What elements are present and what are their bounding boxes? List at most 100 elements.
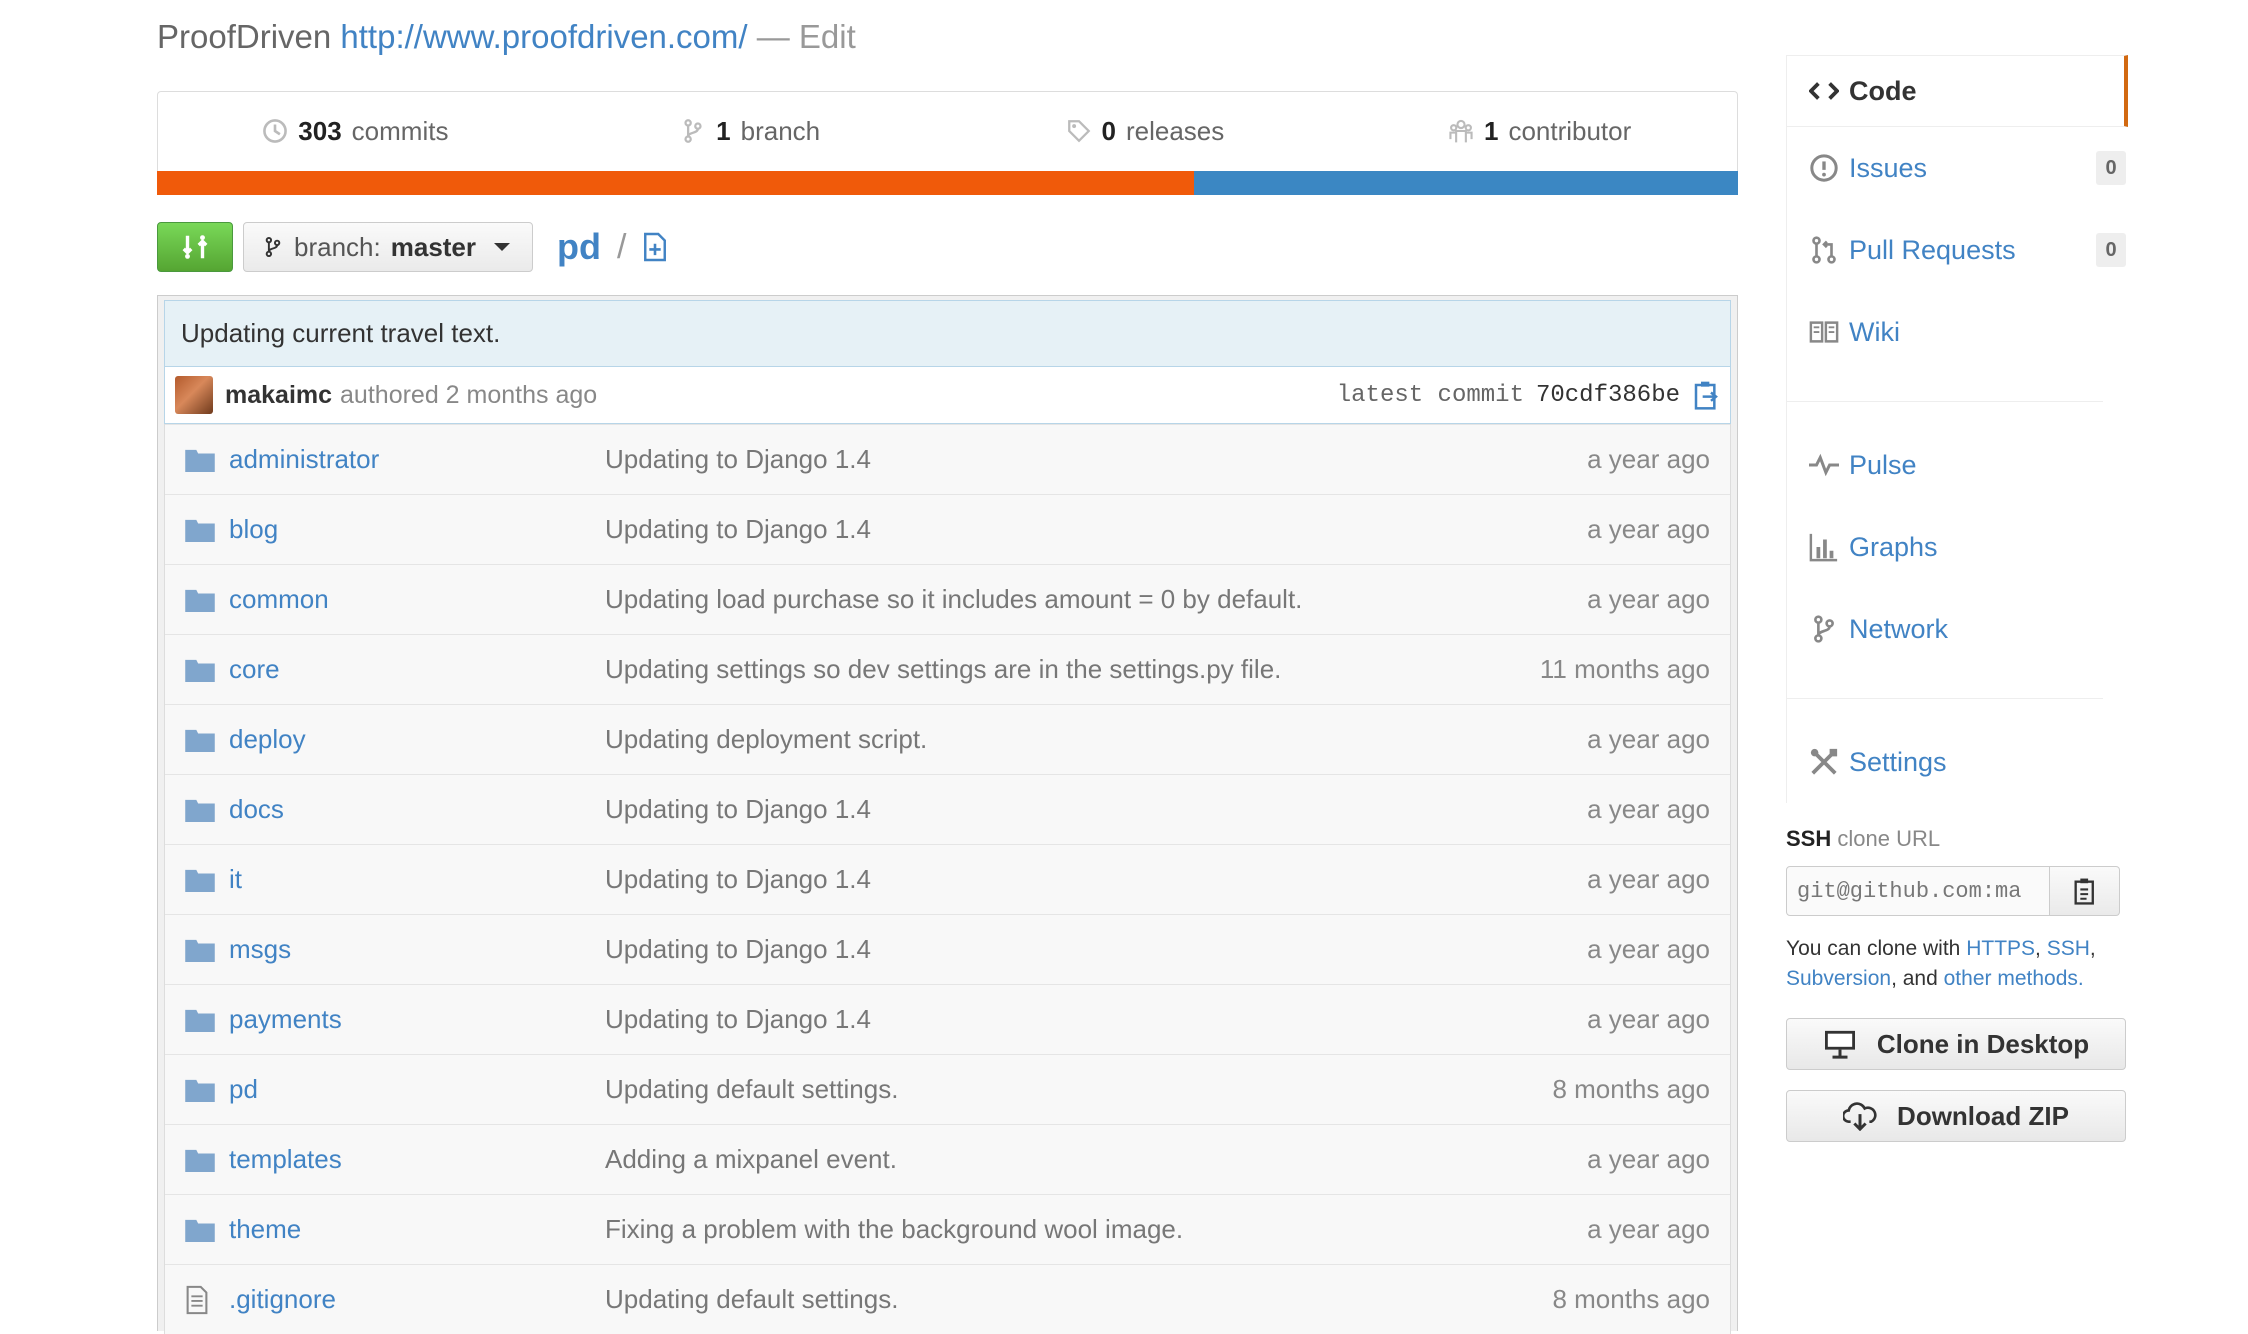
file-name[interactable]: pd [229, 1074, 605, 1105]
clone-subversion-link[interactable]: Subversion [1786, 967, 1891, 990]
commit-author[interactable]: makaimc [225, 381, 332, 410]
file-name[interactable]: msgs [229, 934, 605, 965]
branches-stat[interactable]: 1 branch [553, 116, 948, 147]
table-row[interactable]: deploy Updating deployment script. a yea… [165, 704, 1730, 774]
clone-ssh-link[interactable]: SSH [2047, 937, 2090, 960]
file-commit-message[interactable]: Updating to Django 1.4 [605, 514, 1450, 545]
folder-icon [185, 518, 215, 542]
copy-clone-url-button[interactable] [2050, 866, 2120, 916]
file-commit-message[interactable]: Updating deployment script. [605, 724, 1450, 755]
table-row[interactable]: it Updating to Django 1.4 a year ago [165, 844, 1730, 914]
folder-icon [185, 448, 215, 472]
commit-meta: makaimc authored 2 months ago latest com… [164, 366, 1731, 424]
file-name[interactable]: blog [229, 514, 605, 545]
releases-stat[interactable]: 0 releases [948, 116, 1343, 147]
avatar[interactable] [175, 376, 213, 414]
table-row[interactable]: .gitignore Updating default settings. 8 … [165, 1264, 1730, 1334]
file-commit-message[interactable]: Updating to Django 1.4 [605, 794, 1450, 825]
table-row[interactable]: payments Updating to Django 1.4 a year a… [165, 984, 1730, 1054]
branch-icon [684, 119, 702, 143]
repo-nav: Code Issues 0 Pull Requests 0 Wiki Pulse… [1786, 55, 2128, 803]
file-commit-message[interactable]: Fixing a problem with the background woo… [605, 1214, 1450, 1245]
commit-title[interactable]: Updating current travel text. [164, 300, 1731, 366]
file-commit-message[interactable]: Updating settings so dev settings are in… [605, 654, 1450, 685]
nav-item-network[interactable]: Network [1787, 588, 2128, 670]
repo-description-text: ProofDriven [157, 18, 332, 55]
language-bar-segment[interactable] [157, 171, 1195, 195]
clone-in-desktop-button[interactable]: Clone in Desktop [1786, 1018, 2126, 1070]
file-commit-message[interactable]: Updating to Django 1.4 [605, 864, 1450, 895]
repo-homepage-link[interactable]: http://www.proofdriven.com/ [340, 18, 747, 55]
table-row[interactable]: docs Updating to Django 1.4 a year ago [165, 774, 1730, 844]
file-name[interactable]: core [229, 654, 605, 685]
table-row[interactable]: core Updating settings so dev settings a… [165, 634, 1730, 704]
contributors-stat[interactable]: 1 contributor [1342, 116, 1737, 147]
nav-item-code[interactable]: Code [1787, 55, 2128, 127]
nav-divider [1787, 373, 2103, 402]
file-name[interactable]: .gitignore [229, 1284, 605, 1315]
clone-protocol[interactable]: SSH [1786, 826, 1831, 851]
file-commit-message[interactable]: Updating default settings. [605, 1074, 1450, 1105]
nav-item-pulse[interactable]: Pulse [1787, 424, 2128, 506]
table-row[interactable]: msgs Updating to Django 1.4 a year ago [165, 914, 1730, 984]
branch-name: master [390, 231, 477, 262]
tools-icon [1810, 748, 1838, 775]
clipboard-icon[interactable] [1692, 380, 1720, 410]
file-name[interactable]: templates [229, 1144, 605, 1175]
table-row[interactable]: theme Fixing a problem with the backgrou… [165, 1194, 1730, 1264]
file-name[interactable]: common [229, 584, 605, 615]
file-name[interactable]: theme [229, 1214, 605, 1245]
folder-icon [185, 1148, 215, 1172]
commit-sha[interactable]: 70cdf386be [1536, 382, 1680, 409]
pull-requests-counter: 0 [2096, 233, 2126, 267]
file-commit-message[interactable]: Updating to Django 1.4 [605, 1004, 1450, 1035]
organization-icon [1449, 119, 1473, 143]
clone-other-methods-link[interactable]: other methods. [1944, 967, 2084, 990]
nav-item-label: Wiki [1849, 316, 1900, 347]
language-bar-segment[interactable] [1194, 171, 1738, 195]
file-commit-message[interactable]: Updating to Django 1.4 [605, 934, 1450, 965]
file-commit-message[interactable]: Updating default settings. [605, 1284, 1450, 1315]
clone-https-link[interactable]: HTTPS [1966, 937, 2035, 960]
file-name[interactable]: docs [229, 794, 605, 825]
file-commit-message[interactable]: Adding a mixpanel event. [605, 1144, 1450, 1175]
edit-description-link[interactable]: Edit [799, 18, 856, 55]
table-row[interactable]: common Updating load purchase so it incl… [165, 564, 1730, 634]
file-commit-message[interactable]: Updating to Django 1.4 [605, 444, 1450, 475]
language-bar[interactable] [157, 171, 1738, 195]
clone-url-input[interactable] [1786, 866, 2050, 916]
compare-icon [182, 235, 208, 259]
table-row[interactable]: blog Updating to Django 1.4 a year ago [165, 494, 1730, 564]
table-row[interactable]: pd Updating default settings. 8 months a… [165, 1054, 1730, 1124]
nav-divider [1787, 670, 2103, 699]
folder-icon [185, 798, 215, 822]
branch-select-button[interactable]: branch: master [243, 222, 534, 272]
releases-count: 0 [1101, 115, 1116, 146]
file-name[interactable]: deploy [229, 724, 605, 755]
contributors-count: 1 [1483, 115, 1499, 146]
breadcrumb-repo[interactable]: pd [557, 226, 601, 268]
file-age: a year ago [1587, 794, 1710, 824]
compare-button[interactable] [157, 222, 233, 272]
folder-icon [185, 938, 215, 962]
file-name[interactable]: payments [229, 1004, 605, 1035]
nav-item-pull-requests[interactable]: Pull Requests 0 [1787, 209, 2128, 291]
file-name[interactable]: administrator [229, 444, 605, 475]
file-name[interactable]: it [229, 864, 605, 895]
table-row[interactable]: administrator Updating to Django 1.4 a y… [165, 424, 1730, 494]
nav-item-graphs[interactable]: Graphs [1787, 506, 2128, 588]
file-text-icon [185, 1285, 215, 1315]
table-row[interactable]: templates Adding a mixpanel event. a yea… [165, 1124, 1730, 1194]
new-file-icon[interactable] [642, 232, 668, 262]
download-zip-button[interactable]: Download ZIP [1786, 1090, 2126, 1142]
file-age: a year ago [1587, 444, 1710, 474]
file-commit-message[interactable]: Updating load purchase so it includes am… [605, 584, 1450, 615]
nav-item-wiki[interactable]: Wiki [1787, 291, 2128, 373]
folder-icon [185, 658, 215, 682]
nav-item-settings[interactable]: Settings [1787, 721, 2128, 803]
clone-panel: SSH clone URL You can clone with HTTPS, … [1786, 826, 2126, 1142]
nav-item-issues[interactable]: Issues 0 [1787, 127, 2128, 209]
commits-stat[interactable]: 303 commits [158, 116, 553, 147]
file-age: a year ago [1587, 1004, 1710, 1034]
repo-stats: 303 commits 1 branch 0 releases 1 contri… [157, 91, 1738, 195]
